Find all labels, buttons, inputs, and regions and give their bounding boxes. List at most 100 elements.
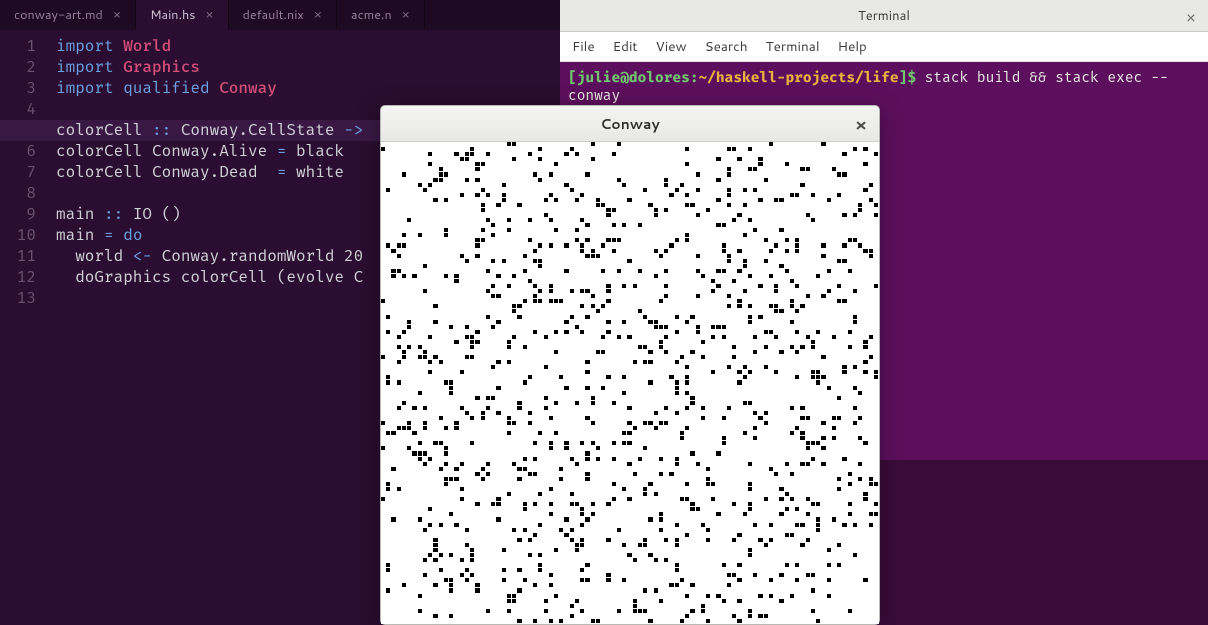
alive-cell xyxy=(544,609,548,613)
alive-cell xyxy=(559,467,563,471)
alive-cell xyxy=(753,411,757,415)
alive-cell xyxy=(407,320,411,324)
alive-cell xyxy=(648,421,652,425)
alive-cell xyxy=(533,172,537,176)
alive-cell xyxy=(585,578,589,582)
alive-cell xyxy=(465,259,469,263)
close-icon[interactable]: × xyxy=(402,5,410,26)
menu-search[interactable]: Search xyxy=(705,37,748,56)
alive-cell xyxy=(481,208,485,212)
tab-main-hs[interactable]: Main.hs× xyxy=(136,0,229,30)
alive-cell xyxy=(486,609,490,613)
alive-cell xyxy=(711,279,715,283)
menu-edit[interactable]: Edit xyxy=(613,37,638,56)
alive-cell xyxy=(585,223,589,227)
alive-cell xyxy=(549,299,553,303)
alive-cell xyxy=(743,233,747,237)
terminal-titlebar[interactable]: Terminal × xyxy=(560,0,1208,32)
alive-cell xyxy=(800,345,804,349)
alive-cell xyxy=(496,411,500,415)
alive-cell xyxy=(654,426,658,430)
alive-cell xyxy=(596,254,600,258)
code-line[interactable]: import World xyxy=(56,36,560,57)
alive-cell xyxy=(533,259,537,263)
token-kw: do xyxy=(123,226,142,245)
token-ident-hl: World xyxy=(123,37,171,56)
code-line[interactable]: import qualified Conway xyxy=(56,78,560,99)
alive-cell xyxy=(486,396,490,400)
alive-cell xyxy=(564,441,568,445)
alive-cell xyxy=(512,594,516,598)
tab-conway-art-md[interactable]: conway-art.md× xyxy=(0,0,136,30)
alive-cell xyxy=(774,472,778,476)
alive-cell xyxy=(806,446,810,450)
alive-cell xyxy=(706,467,710,471)
alive-cell xyxy=(716,325,720,329)
close-icon[interactable]: × xyxy=(1186,6,1196,29)
alive-cell xyxy=(827,594,831,598)
menu-terminal[interactable]: Terminal xyxy=(766,37,820,56)
alive-cell xyxy=(460,254,464,258)
alive-cell xyxy=(386,380,390,384)
alive-cell xyxy=(648,360,652,364)
code-line[interactable]: import Graphics xyxy=(56,57,560,78)
alive-cell xyxy=(585,457,589,461)
alive-cell xyxy=(696,213,700,217)
alive-cell xyxy=(481,467,485,471)
alive-cell xyxy=(528,152,532,156)
conway-titlebar[interactable]: Conway × xyxy=(381,106,879,142)
alive-cell xyxy=(690,502,694,506)
alive-cell xyxy=(402,583,406,587)
alive-cell xyxy=(858,203,862,207)
tab-default-nix[interactable]: default.nix× xyxy=(229,0,337,30)
alive-cell xyxy=(748,304,752,308)
alive-cell xyxy=(454,340,458,344)
token-ident-hl: Graphics xyxy=(123,58,200,77)
alive-cell xyxy=(580,289,584,293)
alive-cell xyxy=(685,406,689,410)
close-icon[interactable]: × xyxy=(205,5,213,26)
alive-cell xyxy=(491,396,495,400)
alive-cell xyxy=(669,472,673,476)
alive-cell xyxy=(523,457,527,461)
prompt-bracket-close: ]$ xyxy=(899,68,925,86)
alive-cell xyxy=(386,487,390,491)
alive-cell xyxy=(643,543,647,547)
alive-cell xyxy=(449,583,453,587)
alive-cell xyxy=(570,188,574,192)
alive-cell xyxy=(800,183,804,187)
menu-view[interactable]: View xyxy=(656,37,687,56)
alive-cell xyxy=(439,568,443,572)
close-icon[interactable]: × xyxy=(113,5,121,26)
alive-cell xyxy=(549,502,553,506)
alive-cell xyxy=(795,249,799,253)
menu-help[interactable]: Help xyxy=(838,37,867,56)
alive-cell xyxy=(491,284,495,288)
alive-cell xyxy=(538,157,542,161)
alive-cell xyxy=(418,594,422,598)
alive-cell xyxy=(659,528,663,532)
alive-cell xyxy=(475,330,479,334)
token-plain: doGraphics colorCell xyxy=(75,268,277,287)
alive-cell xyxy=(402,355,406,359)
tab-acme-n[interactable]: acme.n× xyxy=(337,0,425,30)
alive-cell xyxy=(496,294,500,298)
alive-cell xyxy=(654,249,658,253)
alive-cell xyxy=(470,355,474,359)
alive-cell xyxy=(837,299,841,303)
alive-cell xyxy=(475,193,479,197)
alive-cell xyxy=(874,502,878,506)
alive-cell xyxy=(428,335,432,339)
terminal-menubar: File Edit View Search Terminal Help xyxy=(560,32,1208,62)
alive-cell xyxy=(470,345,474,349)
alive-cell xyxy=(816,274,820,278)
close-icon[interactable]: × xyxy=(855,113,867,137)
alive-cell xyxy=(407,446,411,450)
close-icon[interactable]: × xyxy=(314,5,322,26)
conway-window[interactable]: Conway × xyxy=(380,105,880,625)
alive-cell xyxy=(507,345,511,349)
alive-cell xyxy=(711,370,715,374)
menu-file[interactable]: File xyxy=(572,37,595,56)
alive-cell xyxy=(533,294,537,298)
alive-cell xyxy=(685,482,689,486)
